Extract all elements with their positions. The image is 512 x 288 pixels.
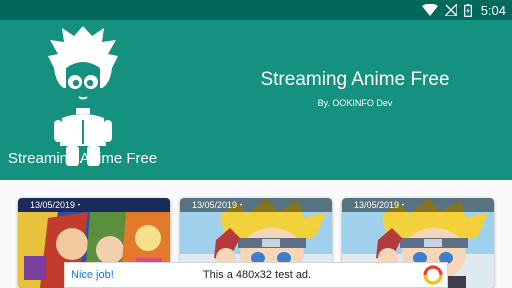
app-title: Streaming Anime Free [260, 69, 450, 90]
card-date: 13/05/2019 • [18, 198, 170, 212]
battery-icon [463, 3, 472, 17]
ad-banner[interactable]: Nice job! This a 480x32 test ad. [64, 262, 448, 288]
card-date: 13/05/2019 • [180, 198, 332, 212]
status-time: 5:04 [480, 2, 506, 18]
brand-name: Streaming Anime Free [8, 150, 158, 167]
anime-mascot-logo [48, 26, 118, 166]
status-icons: 5:04 [421, 0, 506, 20]
wifi-icon [421, 4, 438, 16]
app-subtitle: By. OOKINFO Dev [317, 98, 393, 108]
card-date: 13/05/2019 • [342, 198, 494, 212]
ad-network-icon[interactable] [423, 265, 443, 285]
no-signal-icon [444, 4, 457, 16]
header-banner: Streaming Anime Free Streaming Anime Fre… [0, 20, 512, 180]
status-bar: 5:04 [0, 0, 512, 20]
ad-text: This a 480x32 test ad. [202, 269, 312, 281]
